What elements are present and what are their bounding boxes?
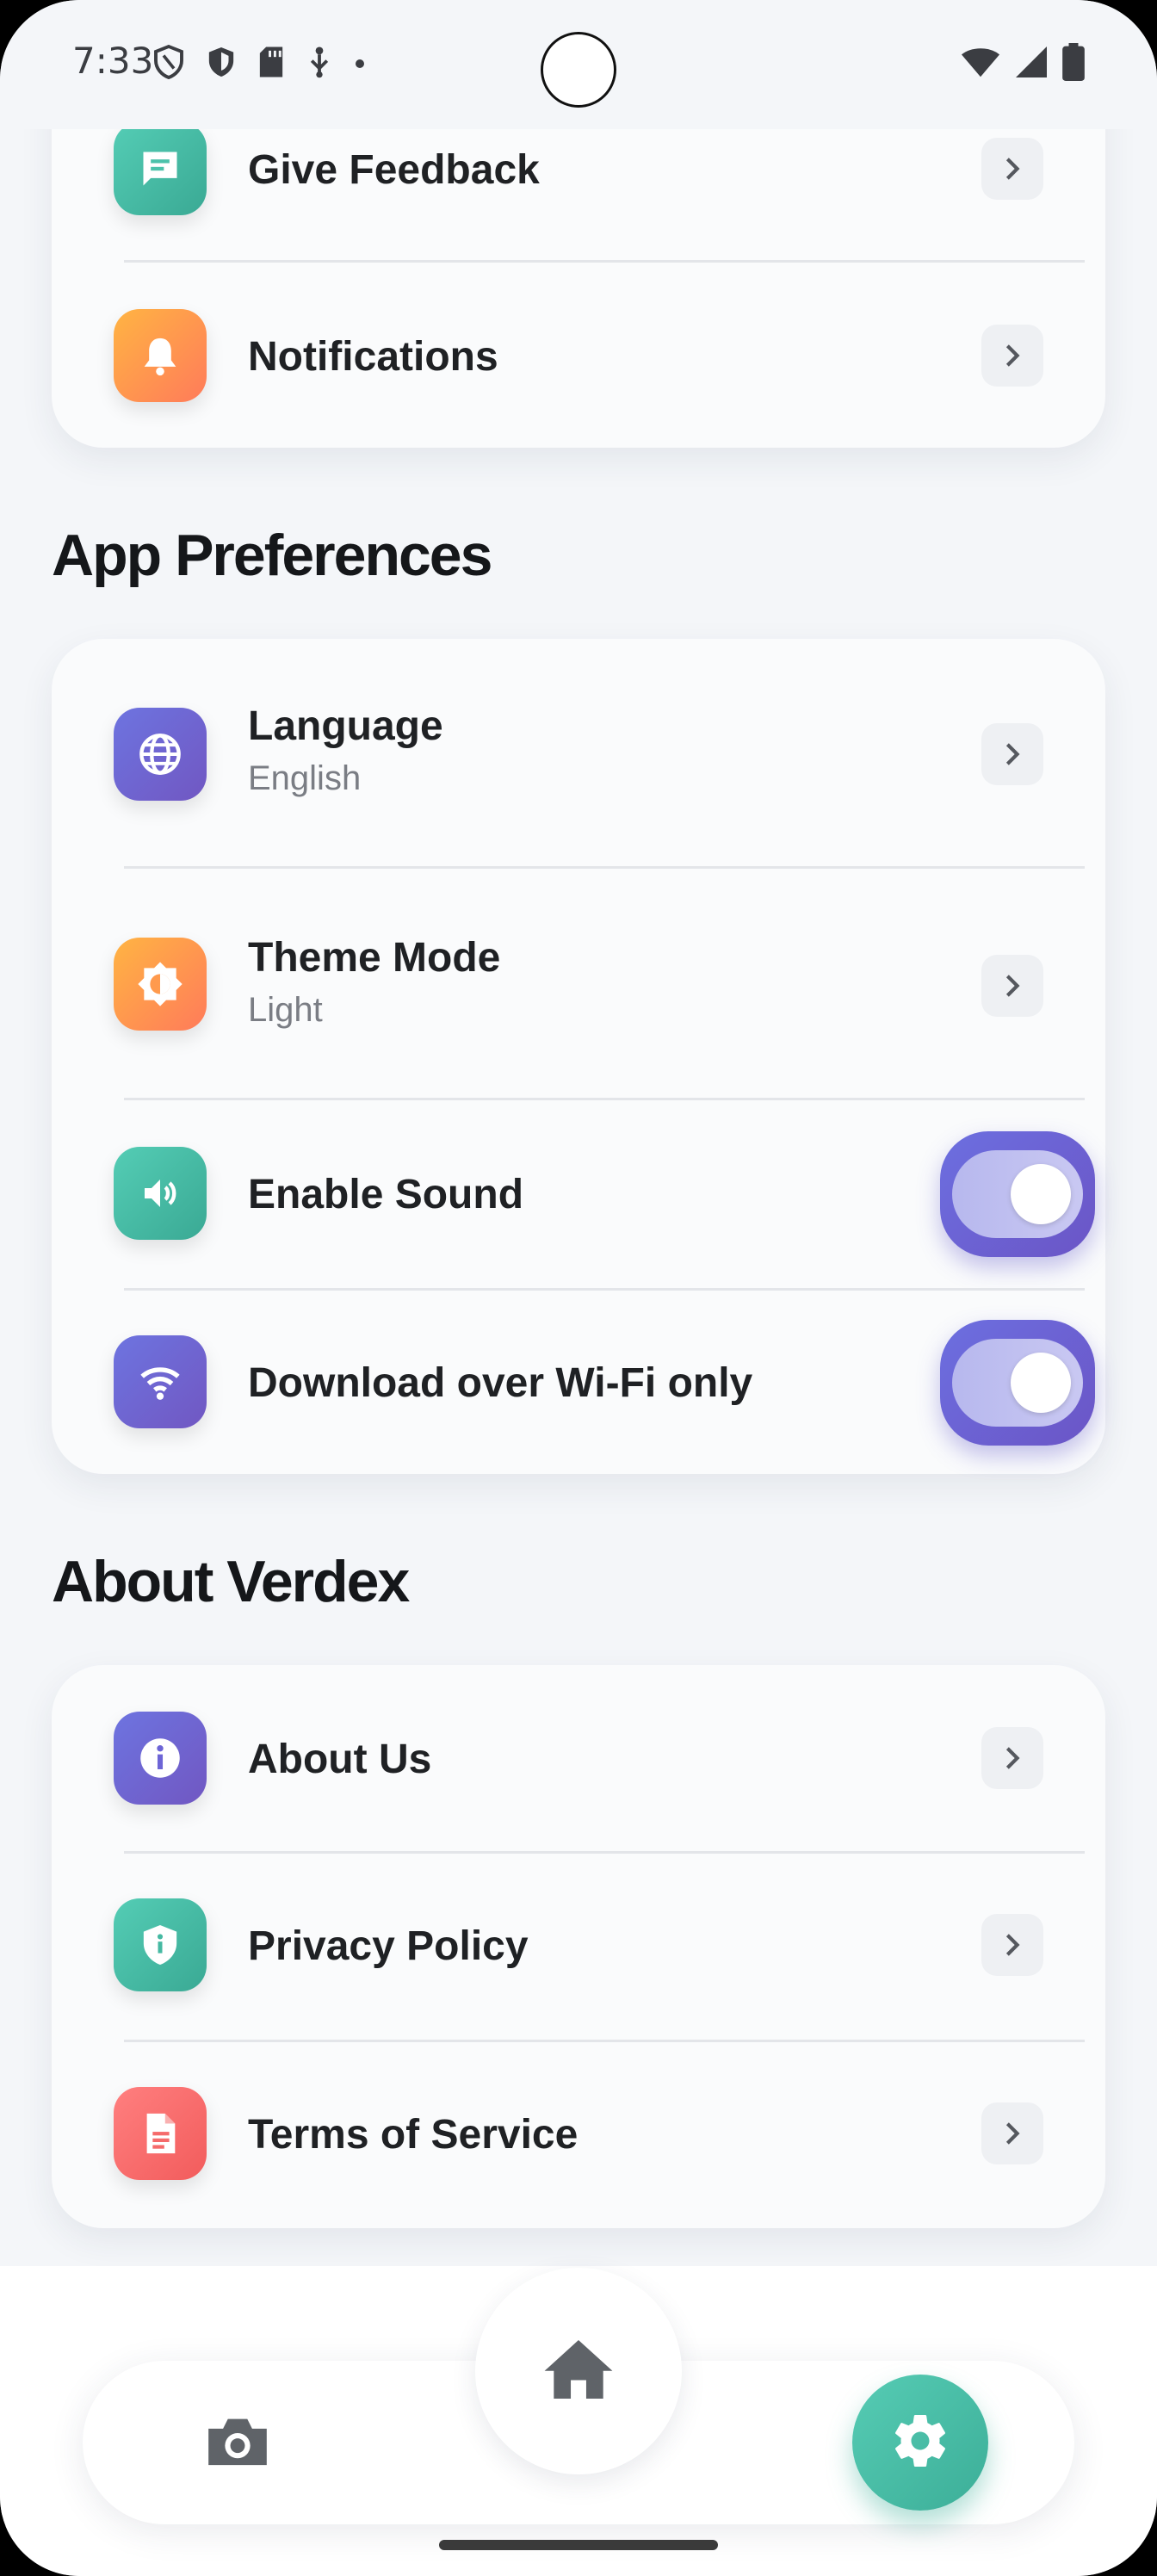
sd-card-icon	[258, 46, 284, 82]
wifi-icon	[114, 1335, 207, 1428]
notifications-row[interactable]: Notifications	[52, 263, 1105, 448]
gesture-home-bar[interactable]	[439, 2540, 718, 2550]
chevron-right-icon	[981, 1914, 1043, 1976]
front-camera	[541, 32, 616, 108]
status-bar: 7:33	[0, 0, 1157, 129]
speaker-icon	[114, 1147, 207, 1240]
wifi-icon	[961, 45, 1000, 83]
row-value: English	[248, 759, 362, 797]
settings-screen: 7:33 Give Feedback Notifications App Pre…	[0, 0, 1157, 2576]
row-label: Language	[248, 703, 443, 749]
chevron-right-icon	[981, 138, 1043, 200]
language-row[interactable]: Language English	[52, 639, 1105, 866]
row-label: Give Feedback	[248, 147, 540, 193]
globe-icon	[114, 708, 207, 801]
dot-icon	[355, 56, 365, 72]
section-title: About Verdex	[52, 1549, 410, 1614]
bell-icon	[114, 309, 207, 402]
document-icon	[114, 2087, 207, 2180]
app-preferences-card: Language English Theme Mode Light Enable…	[52, 639, 1105, 1474]
settings-icon	[889, 2410, 951, 2475]
about-us-row[interactable]: About Us	[52, 1665, 1105, 1851]
row-value: Light	[248, 991, 323, 1029]
info-icon	[114, 1712, 207, 1805]
home-icon	[541, 2337, 616, 2406]
chevron-right-icon	[981, 955, 1043, 1017]
shield-outline-icon	[153, 44, 184, 83]
row-label: Privacy Policy	[248, 1923, 529, 1969]
wifi-only-row: Download over Wi-Fi only	[52, 1291, 1105, 1474]
row-label: Notifications	[248, 334, 498, 380]
wifi-only-toggle[interactable]	[940, 1320, 1095, 1446]
theme-icon	[114, 938, 207, 1031]
battery-icon	[1062, 43, 1085, 84]
row-label: Download over Wi-Fi only	[248, 1360, 753, 1406]
cellular-signal-icon	[1014, 45, 1049, 83]
settings-button[interactable]	[852, 2375, 988, 2511]
terms-of-service-row[interactable]: Terms of Service	[52, 2042, 1105, 2228]
row-label: Enable Sound	[248, 1172, 524, 1217]
chevron-right-icon	[981, 1727, 1043, 1789]
toggle-knob	[1011, 1164, 1071, 1224]
chevron-right-icon	[981, 723, 1043, 785]
shield-filled-icon	[207, 45, 236, 83]
row-label: About Us	[248, 1737, 432, 1782]
chevron-right-icon	[981, 325, 1043, 387]
feedback-icon	[114, 122, 207, 215]
section-title: App Preferences	[52, 523, 492, 588]
shield-info-icon	[114, 1898, 207, 1991]
enable-sound-row: Enable Sound	[52, 1100, 1105, 1288]
toggle-knob	[1011, 1353, 1071, 1413]
row-label: Theme Mode	[248, 935, 501, 981]
theme-mode-row[interactable]: Theme Mode Light	[52, 869, 1105, 1098]
about-card: About Us Privacy Policy Terms of Service	[52, 1665, 1105, 2228]
chevron-right-icon	[981, 2102, 1043, 2164]
status-time: 7:33	[72, 40, 154, 82]
camera-icon[interactable]	[201, 2411, 274, 2471]
row-label: Terms of Service	[248, 2112, 578, 2158]
usb-icon	[306, 46, 332, 82]
privacy-policy-row[interactable]: Privacy Policy	[52, 1854, 1105, 2040]
home-button[interactable]	[475, 2268, 682, 2474]
enable-sound-toggle[interactable]	[940, 1131, 1095, 1257]
